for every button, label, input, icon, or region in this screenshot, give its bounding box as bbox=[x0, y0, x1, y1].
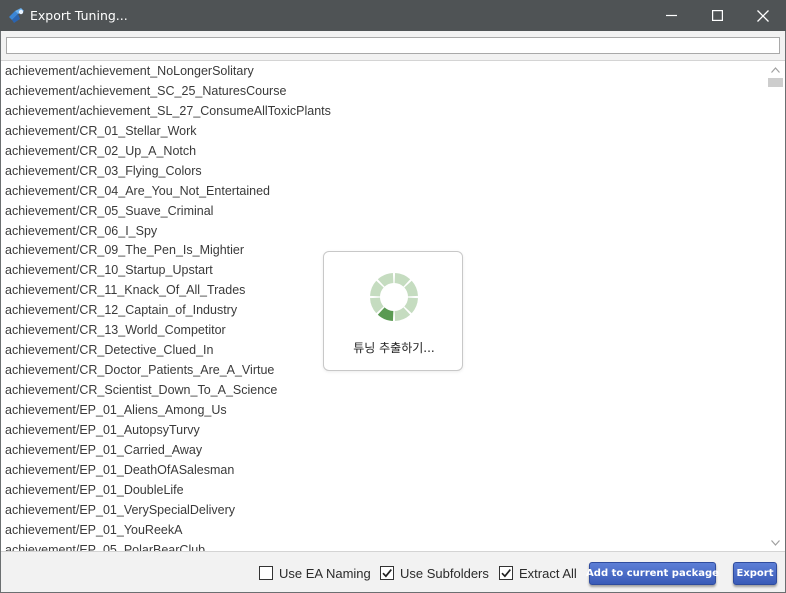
extract-all-box[interactable] bbox=[499, 566, 513, 580]
minimize-icon bbox=[665, 14, 677, 17]
maximize-button[interactable] bbox=[694, 0, 740, 31]
use-subfolders-label[interactable]: Use Subfolders bbox=[400, 566, 489, 581]
chevron-down-icon bbox=[770, 539, 780, 546]
minimize-button[interactable] bbox=[648, 0, 694, 31]
checkmark-icon bbox=[382, 569, 392, 578]
list-item[interactable]: achievement/EP_01_DoubleLife bbox=[1, 480, 765, 500]
list-item[interactable]: achievement/achievement_SC_25_NaturesCou… bbox=[1, 81, 765, 101]
use-ea-naming-label[interactable]: Use EA Naming bbox=[279, 566, 371, 581]
filter-input[interactable] bbox=[6, 37, 780, 54]
add-to-package-button[interactable]: Add to current package bbox=[586, 562, 719, 585]
list-item[interactable]: achievement/CR_04_Are_You_Not_Entertaine… bbox=[1, 181, 765, 201]
chevron-up-icon bbox=[770, 66, 780, 73]
list-item[interactable]: achievement/EP_01_AutopsyTurvy bbox=[1, 420, 765, 440]
list-item[interactable]: achievement/CR_02_Up_A_Notch bbox=[1, 141, 765, 161]
vertical-scrollbar[interactable] bbox=[766, 61, 784, 551]
close-button[interactable] bbox=[740, 0, 786, 31]
use-ea-naming-checkbox[interactable]: Use EA Naming bbox=[259, 565, 371, 581]
loading-text: 튜닝 추출하기... bbox=[353, 341, 435, 355]
list-item[interactable]: achievement/EP_05_PolarBearClub bbox=[1, 540, 765, 552]
export-button[interactable]: Export bbox=[733, 562, 777, 585]
extract-all-checkbox[interactable]: Extract All bbox=[499, 565, 577, 581]
list-item[interactable]: achievement/EP_01_DeathOfASalesman bbox=[1, 460, 765, 480]
checkmark-icon bbox=[501, 569, 511, 578]
loading-dialog: 튜닝 추출하기... bbox=[323, 251, 463, 371]
list-item[interactable]: achievement/EP_01_YouReekA bbox=[1, 520, 765, 540]
use-subfolders-checkbox[interactable]: Use Subfolders bbox=[380, 565, 489, 581]
list-item[interactable]: achievement/CR_Scientist_Down_To_A_Scien… bbox=[1, 380, 765, 400]
scroll-down-button[interactable] bbox=[766, 535, 784, 550]
scroll-thumb[interactable] bbox=[768, 78, 783, 87]
scroll-up-button[interactable] bbox=[766, 62, 784, 77]
spinner-icon bbox=[370, 273, 418, 321]
list-item[interactable]: achievement/achievement_SL_27_ConsumeAll… bbox=[1, 101, 765, 121]
list-item[interactable]: achievement/EP_01_VerySpecialDelivery bbox=[1, 500, 765, 520]
list-item[interactable]: achievement/EP_01_Carried_Away bbox=[1, 440, 765, 460]
list-item[interactable]: achievement/achievement_NoLongerSolitary bbox=[1, 61, 765, 81]
extract-all-label[interactable]: Extract All bbox=[519, 566, 577, 581]
list-item[interactable]: achievement/CR_06_I_Spy bbox=[1, 221, 765, 241]
use-subfolders-box[interactable] bbox=[380, 566, 394, 580]
list-item[interactable]: achievement/CR_01_Stellar_Work bbox=[1, 121, 765, 141]
use-ea-naming-box[interactable] bbox=[259, 566, 273, 580]
title-bar[interactable]: Export Tuning... bbox=[0, 0, 786, 31]
list-item[interactable]: achievement/EP_01_Aliens_Among_Us bbox=[1, 400, 765, 420]
list-item[interactable]: achievement/CR_05_Suave_Criminal bbox=[1, 201, 765, 221]
tuning-app-icon bbox=[9, 8, 24, 23]
list-item[interactable]: achievement/CR_03_Flying_Colors bbox=[1, 161, 765, 181]
maximize-icon bbox=[711, 10, 723, 21]
window-title: Export Tuning... bbox=[30, 8, 128, 23]
close-icon bbox=[757, 9, 769, 22]
